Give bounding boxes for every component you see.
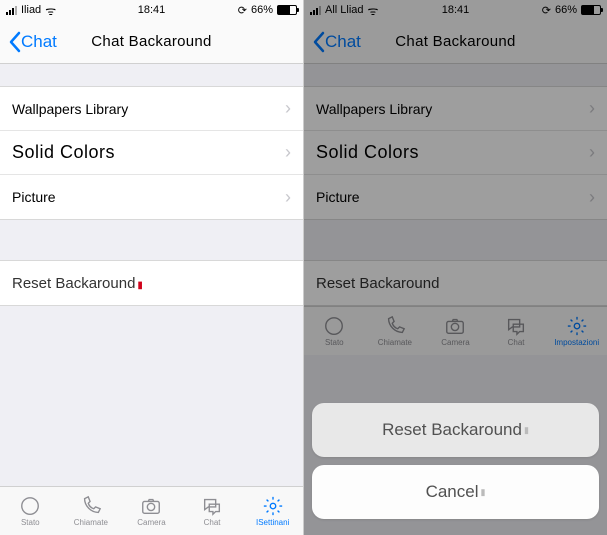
tab-camera[interactable]: Camera — [121, 487, 182, 535]
carrier-label: Iliad — [21, 4, 41, 16]
action-sheet: Reset Backaround▮ Cancel▮ — [304, 403, 607, 535]
tab-bar: Stato Chiamate Camera Chat ISettinani — [0, 486, 303, 535]
tab-settings[interactable]: ISettinani — [242, 487, 303, 535]
back-button[interactable]: Chat — [8, 31, 57, 53]
signal-icon — [6, 6, 17, 15]
nav-bar: Chat Chat Backaround — [0, 20, 303, 64]
tab-label: Chiamate — [74, 518, 108, 527]
tab-label: ISettinani — [256, 518, 289, 527]
options-group: Wallpapers Library › Solid Colors › Pict… — [0, 86, 303, 220]
row-picture[interactable]: Picture › — [0, 175, 303, 219]
wifi-icon: ᯤ — [45, 2, 56, 19]
reset-group: Reset Backaround▮ — [0, 260, 303, 306]
row-label: Reset Backaround▮ — [12, 275, 143, 292]
tab-label: Stato — [21, 518, 40, 527]
row-label: Wallpapers Library — [12, 101, 128, 117]
row-solid-colors[interactable]: Solid Colors › — [0, 131, 303, 175]
chevron-right-icon: › — [285, 98, 291, 119]
badge-icon: ▮ — [524, 425, 529, 436]
tab-chiamate[interactable]: Chiamate — [61, 487, 122, 535]
row-reset-background[interactable]: Reset Backaround▮ — [0, 261, 303, 305]
row-label: Picture — [12, 189, 56, 205]
screen-before: Iliad ᯤ 18:41 ⟳ 66% Chat Chat Backaround… — [0, 0, 304, 535]
sheet-button-label: Cancel — [426, 482, 479, 502]
battery-icon — [277, 5, 297, 15]
chevron-left-icon — [8, 31, 21, 53]
chevron-right-icon: › — [285, 142, 291, 163]
sheet-cancel-button[interactable]: Cancel▮ — [312, 465, 599, 519]
nav-title: Chat Backaround — [91, 33, 211, 50]
sheet-button-label: Reset Backaround — [382, 420, 522, 440]
chat-bubbles-icon — [201, 495, 223, 517]
tab-label: Camera — [137, 518, 165, 527]
tab-label: Chat — [204, 518, 221, 527]
badge-icon: ▮ — [137, 280, 143, 291]
camera-icon — [140, 495, 162, 517]
row-wallpapers-library[interactable]: Wallpapers Library › — [0, 87, 303, 131]
status-time: 18:41 — [138, 4, 166, 16]
tab-stato[interactable]: Stato — [0, 487, 61, 535]
back-label: Chat — [21, 32, 57, 52]
battery-pct: 66% — [251, 4, 273, 16]
row-label: Solid Colors — [12, 142, 115, 163]
orientation-lock-icon: ⟳ — [238, 4, 247, 17]
chevron-right-icon: › — [285, 187, 291, 208]
badge-icon: ▮ — [480, 487, 485, 498]
gear-icon — [262, 495, 284, 517]
status-bar: Iliad ᯤ 18:41 ⟳ 66% — [0, 0, 303, 20]
tab-chat[interactable]: Chat — [182, 487, 243, 535]
status-ring-icon — [19, 495, 41, 517]
sheet-reset-button[interactable]: Reset Backaround▮ — [312, 403, 599, 457]
screen-after: All Lliad ᯤ 18:41 ⟳ 66% Chat Chat Backar… — [304, 0, 607, 535]
phone-icon — [80, 495, 102, 517]
